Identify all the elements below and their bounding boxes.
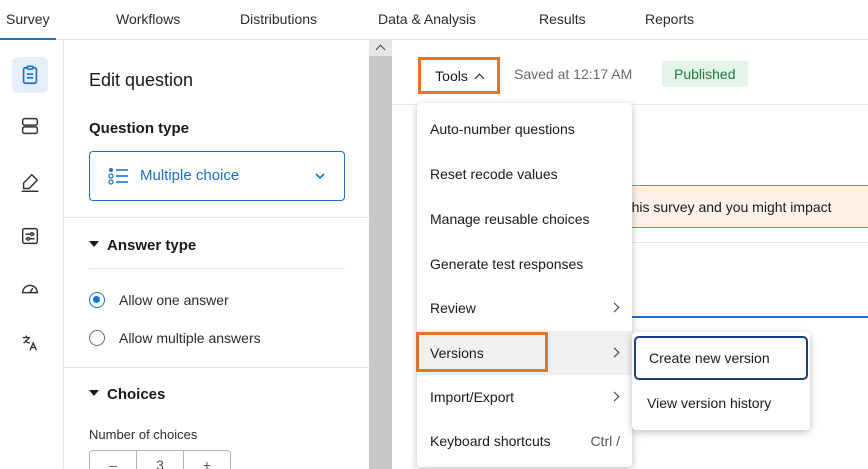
left-icon-rail [0,40,64,469]
answer-type-label: Answer type [107,237,197,254]
panel-title: Edit question [89,70,194,90]
tools-gauge-icon[interactable] [12,271,48,307]
versions-submenu: Create new version View version history [632,332,810,430]
look-and-feel-icon[interactable] [12,165,48,201]
answer-type-toggle[interactable]: Answer type [89,237,196,254]
menu-item-auto-number-questions[interactable]: Auto-number questions [417,107,632,151]
increment-button[interactable]: + [184,451,230,469]
tools-button[interactable]: Tools [418,57,500,94]
menu-item-reset-recode-values[interactable]: Reset recode values [417,152,632,196]
menu-item-manage-reusable-choices[interactable]: Manage reusable choices [417,197,632,241]
tools-menu: Auto-number questions Reset recode value… [417,103,632,467]
number-of-choices-label: Number of choices [89,427,198,442]
number-of-choices-stepper[interactable]: – 3 + [89,450,231,469]
radio-unselected-icon [89,330,105,346]
versions-highlight-outline [416,332,548,372]
chevron-right-icon [609,347,620,358]
radio-label: Allow one answer [119,292,229,308]
warning-text: g this survey and you might impact [616,198,832,215]
submenu-item-view-version-history[interactable]: View version history [632,382,810,424]
chevron-down-icon [315,173,325,180]
chevron-right-icon [609,302,620,313]
edit-question-panel: Edit question Question type Multiple cho… [64,40,369,469]
menu-item-label: Generate test responses [430,256,584,272]
submenu-item-create-new-version[interactable]: Create new version [634,336,808,380]
tab-reports[interactable]: Reports [645,11,694,27]
menu-item-label: Manage reusable choices [430,211,590,227]
caret-down-icon [89,241,99,248]
scroll-up-arrow-icon[interactable] [369,40,392,56]
caret-down-icon [89,390,99,397]
radio-allow-one-answer[interactable]: Allow one answer [89,292,229,308]
menu-item-label: Import/Export [430,389,515,405]
menu-item-label: Keyboard shortcuts [430,433,551,449]
submenu-item-label: Create new version [649,350,770,366]
decrement-button[interactable]: – [90,451,137,469]
tab-results[interactable]: Results [539,11,586,27]
divider [89,268,345,269]
question-focus-line [620,316,868,318]
translate-icon[interactable] [12,325,48,361]
choices-label: Choices [107,386,166,403]
chevron-right-icon [609,391,620,402]
survey-clipboard-icon[interactable] [12,57,48,93]
menu-item-generate-test-responses[interactable]: Generate test responses [417,242,632,286]
tab-distributions[interactable]: Distributions [240,11,317,27]
question-type-select[interactable]: Multiple choice [89,151,345,201]
radio-allow-multiple-answers[interactable]: Allow multiple answers [89,330,261,346]
menu-item-keyboard-shortcuts[interactable]: Keyboard shortcuts Ctrl / [417,419,632,463]
tab-workflows[interactable]: Workflows [116,11,180,27]
status-badge: Published [662,61,748,87]
tab-survey[interactable]: Survey [0,11,56,41]
top-navigation: Survey Workflows Distributions Data & An… [0,0,868,41]
choices-count[interactable]: 3 [137,451,184,469]
menu-item-label: Review [430,300,476,316]
warning-banner: g this survey and you might impact [600,185,868,228]
multiple-choice-icon [108,168,128,185]
radio-selected-icon [89,292,105,308]
panel-scrollbar[interactable] [369,40,392,469]
divider [64,367,369,368]
survey-flow-icon[interactable] [12,108,48,144]
shortcut-hint: Ctrl / [590,433,620,449]
tab-data-analysis[interactable]: Data & Analysis [378,11,476,27]
menu-item-label: Reset recode values [430,166,558,182]
saved-status: Saved at 12:17 AM [514,66,633,82]
chevron-up-icon [474,73,485,83]
submenu-item-label: View version history [647,395,772,411]
choices-toggle[interactable]: Choices [89,386,165,403]
radio-label: Allow multiple answers [119,330,261,346]
menu-item-label: Auto-number questions [430,121,575,137]
question-divider [600,242,868,243]
question-type-label: Question type [89,120,190,137]
question-type-value: Multiple choice [140,167,240,184]
survey-options-icon[interactable] [12,218,48,254]
menu-item-review[interactable]: Review [417,286,632,330]
divider [64,217,369,218]
tools-label: Tools [435,67,468,84]
menu-item-import-export[interactable]: Import/Export [417,375,632,419]
